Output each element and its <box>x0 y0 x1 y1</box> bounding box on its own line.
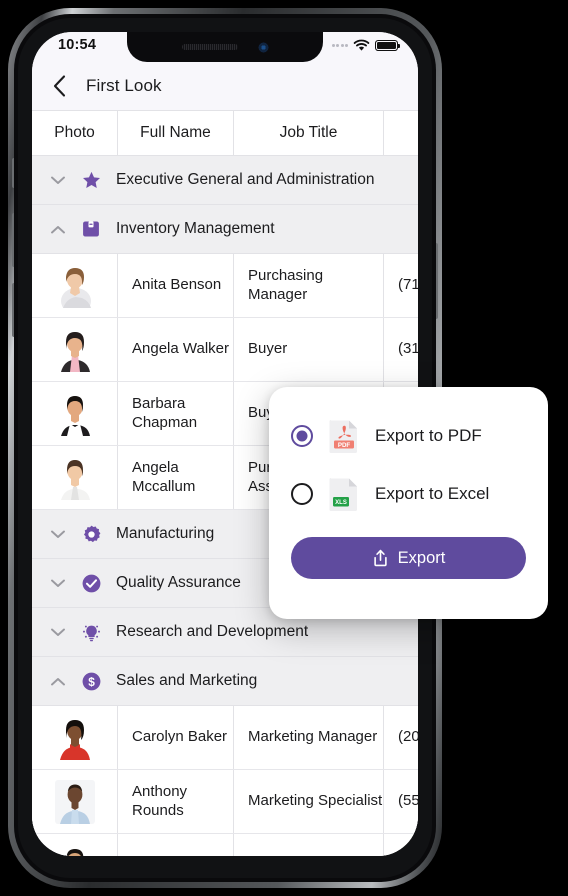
table-row[interactable]: Angela Walker Buyer (316 <box>32 318 418 382</box>
cell-full-name: Angela Mccallum <box>132 458 196 495</box>
export-button-label: Export <box>397 548 446 567</box>
chevron-down-icon[interactable] <box>50 530 66 539</box>
group-label: Manufacturing <box>116 525 215 542</box>
cell-phone: (316 <box>398 340 418 358</box>
chevron-down-icon[interactable] <box>50 628 66 637</box>
cell-phone: (559 <box>398 792 418 810</box>
avatar <box>32 834 118 856</box>
group-label: Inventory Management <box>116 220 275 237</box>
svg-text:$: $ <box>88 675 95 689</box>
radio-pdf[interactable] <box>291 425 313 447</box>
chevron-up-icon[interactable] <box>50 677 66 686</box>
export-option-label: Export to PDF <box>375 426 482 445</box>
table-row[interactable]: Anthony Marketing <box>32 834 418 856</box>
share-upload-icon <box>373 549 387 567</box>
lightbulb-icon <box>80 621 102 643</box>
check-circle-icon <box>80 572 102 594</box>
cell-job-title: Purchasing Manager <box>248 266 324 303</box>
group-label: Executive General and Administration <box>116 171 375 188</box>
column-header-phone[interactable] <box>384 111 418 155</box>
wifi-icon <box>353 39 370 51</box>
signal-dots-icon <box>331 44 348 47</box>
table-header-row: Photo Full Name Job Title <box>32 110 418 156</box>
cell-phone: (209 <box>398 728 418 746</box>
excel-file-icon: XLS <box>329 478 357 511</box>
xls-badge-label: XLS <box>335 500 347 506</box>
pdf-file-icon: PDF <box>329 420 357 453</box>
table-row[interactable]: Carolyn Baker Marketing Manager (209 <box>32 706 418 770</box>
avatar <box>32 446 118 509</box>
box-icon <box>80 218 102 240</box>
avatar <box>32 706 118 769</box>
cell-full-name: Barbara Chapman <box>132 394 198 431</box>
chevron-down-icon[interactable] <box>50 579 66 588</box>
cell-full-name: Angela Walker <box>132 340 229 358</box>
front-camera-icon <box>257 41 269 53</box>
chevron-up-icon[interactable] <box>50 225 66 234</box>
column-header-job-title[interactable]: Job Title <box>234 111 384 155</box>
cell-full-name: Anita Benson <box>132 276 222 294</box>
avatar <box>32 382 118 445</box>
battery-full-icon <box>375 39 401 52</box>
status-bar-time: 10:54 <box>58 37 97 53</box>
cell-full-name: Anthony Rounds <box>132 782 188 819</box>
avatar <box>32 254 118 317</box>
group-label: Quality Assurance <box>116 574 241 591</box>
cell-job-title: Marketing Manager <box>248 728 378 746</box>
chevron-left-icon[interactable] <box>48 73 70 99</box>
table-row[interactable]: Anita Benson Purchasing Manager (713 <box>32 254 418 318</box>
cell-phone: (713 <box>398 276 418 294</box>
page-title: First Look <box>86 76 162 95</box>
column-header-full-name[interactable]: Full Name <box>118 111 234 155</box>
avatar <box>32 318 118 381</box>
group-label: Sales and Marketing <box>116 672 258 689</box>
navigation-bar: First Look <box>32 62 418 110</box>
table-row[interactable]: Anthony Rounds Marketing Specialist (559 <box>32 770 418 834</box>
gear-icon <box>80 523 102 545</box>
export-option-label: Export to Excel <box>375 484 490 503</box>
export-option-pdf[interactable]: PDF Export to PDF <box>291 415 526 457</box>
status-bar-indicators <box>331 39 401 52</box>
group-label: Research and Development <box>116 623 309 640</box>
pdf-badge-label: PDF <box>338 442 351 449</box>
export-option-excel[interactable]: XLS Export to Excel <box>291 473 526 515</box>
column-header-photo[interactable]: Photo <box>32 111 118 155</box>
chevron-down-icon[interactable] <box>50 176 66 185</box>
screenshot-stage: 10:54 First Look Photo Full Name Job Tit… <box>0 0 568 896</box>
earpiece-speaker-icon <box>181 44 238 50</box>
dollar-circle-icon: $ <box>80 670 102 692</box>
export-dialog[interactable]: PDF Export to PDF XLS Export to Excel Ex… <box>269 387 548 619</box>
group-header-inventory-management[interactable]: Inventory Management <box>32 205 418 254</box>
cell-job-title: Marketing Specialist <box>248 792 383 810</box>
cell-job-title: Buyer <box>248 340 288 358</box>
export-button[interactable]: Export <box>291 537 526 579</box>
avatar <box>32 770 118 833</box>
radio-excel[interactable] <box>291 483 313 505</box>
star-icon <box>80 169 102 191</box>
notch <box>127 32 323 62</box>
group-header-executive-general-and-administration[interactable]: Executive General and Administration <box>32 156 418 205</box>
group-header-sales-and-marketing[interactable]: $ Sales and Marketing <box>32 657 418 706</box>
cell-full-name: Carolyn Baker <box>132 728 228 746</box>
